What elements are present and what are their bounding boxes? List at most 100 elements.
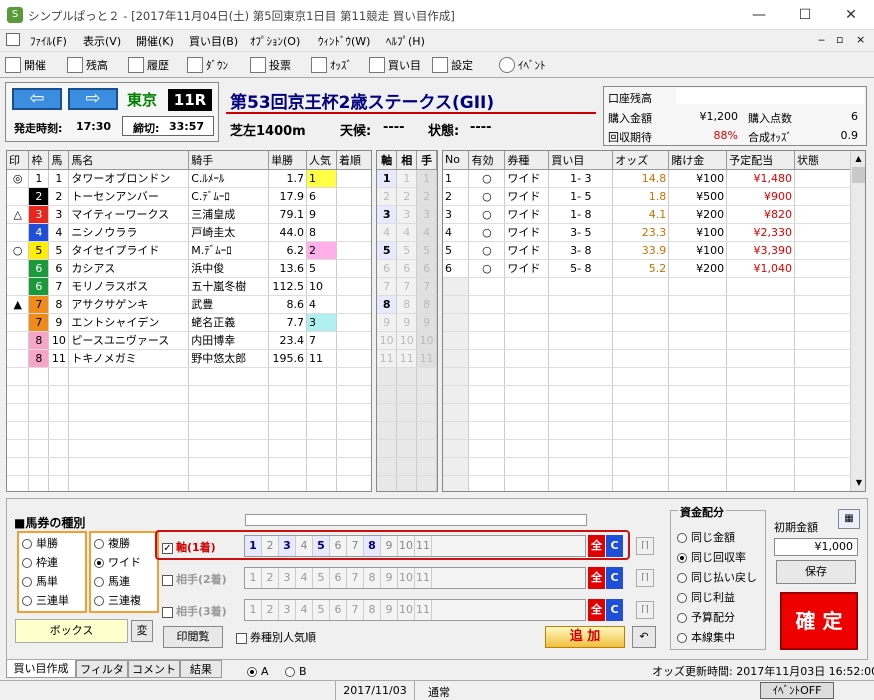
bet-valid-cell[interactable]: ○	[468, 223, 506, 242]
axis-cell[interactable]	[377, 439, 398, 458]
horse-row[interactable]: △ 3 3 マイティーワークス 三浦皇成 79.1 9	[7, 205, 371, 224]
axis-cell[interactable]: 8	[396, 295, 418, 314]
clear-selection-button[interactable]: C	[606, 599, 623, 621]
tab-0[interactable]: 買い目作成	[6, 660, 76, 678]
clear-selection-button[interactable]: C	[606, 567, 623, 589]
axis-cell[interactable]	[396, 385, 418, 404]
menu-window[interactable]: ｳｨﾝﾄﾞｳ(W)	[318, 33, 370, 49]
axis-cell[interactable]: 3	[377, 205, 398, 224]
selection-number-cell[interactable]: 11	[415, 536, 432, 556]
horse-col-header[interactable]: 着順	[336, 151, 371, 170]
mark-cell[interactable]	[7, 331, 30, 350]
expand-icon[interactable]: ⌈⌉	[636, 601, 654, 619]
toolbar-event-button[interactable]: ｲﾍﾞﾝﾄ	[498, 55, 546, 76]
confirm-button[interactable]: 確 定	[780, 592, 858, 650]
axis-cell[interactable]: 7	[377, 277, 398, 296]
selection-number-cell[interactable]: 7	[347, 536, 364, 556]
selection-number-cell[interactable]: 1	[245, 536, 262, 556]
axis-cell[interactable]: 11	[396, 349, 418, 368]
child-close-icon[interactable]: ×	[856, 33, 865, 46]
selection-number-cell[interactable]: 10	[398, 600, 415, 620]
selection-row-checkbox[interactable]: 相手(3着)	[162, 603, 227, 619]
bet-col-header[interactable]: 券種	[504, 151, 550, 170]
axis-col-header[interactable]: 手	[416, 151, 437, 170]
ticket-type-right-radio[interactable]: 複勝	[94, 535, 130, 551]
bet-col-header[interactable]: No	[443, 151, 470, 170]
selection-number-cell[interactable]: 6	[330, 568, 347, 588]
bet-valid-cell[interactable]: ○	[468, 259, 506, 278]
add-button[interactable]: 追 加	[545, 626, 625, 648]
toolbar-race-button[interactable]: 開催	[4, 55, 46, 76]
axis-cell[interactable]: 3	[416, 205, 437, 224]
select-all-button[interactable]: 全	[588, 599, 605, 621]
axis-cell[interactable]: 10	[396, 331, 418, 350]
selection-number-cell[interactable]: 11	[415, 568, 432, 588]
bet-row[interactable]: 6 ○ ワイド 5- 8 5.2 ¥200 ¥1,040	[443, 259, 851, 278]
horse-col-header[interactable]: 騎手	[188, 151, 270, 170]
ticket-type-left-radio[interactable]: 三連単	[22, 592, 69, 608]
selection-number-cell[interactable]: 3	[279, 568, 296, 588]
selection-number-cell[interactable]: 3	[279, 600, 296, 620]
bet-stake-cell[interactable]: ¥100	[668, 169, 728, 188]
bet-stake-cell[interactable]: ¥100	[668, 241, 728, 260]
axis-cell[interactable]: 2	[377, 187, 398, 206]
toolbar-history-button[interactable]: 履歴	[127, 55, 169, 76]
selection-number-cell[interactable]: 5	[313, 600, 330, 620]
axis-cell[interactable]	[416, 439, 437, 458]
selection-number-cell[interactable]: 2	[262, 568, 279, 588]
bet-row[interactable]: 3 ○ ワイド 1- 8 4.1 ¥200 ¥820	[443, 205, 851, 224]
initial-amount-input[interactable]: ¥1,000	[774, 538, 858, 556]
horse-row[interactable]: 2 2 トーセンアンバー C.ﾃﾞﾑｰﾛ 17.9 6	[7, 187, 371, 206]
horse-row[interactable]: 4 4 ニシノウララ 戸崎圭太 44.0 8	[7, 223, 371, 242]
fund-option-radio[interactable]: 同じ利益	[677, 589, 735, 605]
selection-number-cell[interactable]: 2	[262, 536, 279, 556]
mark-cell[interactable]: ○	[7, 241, 30, 260]
bet-row[interactable]	[443, 403, 851, 422]
bets-scrollbar[interactable]: ▲ ▼	[850, 151, 865, 491]
sort-by-type-checkbox[interactable]: 券種別人気順	[236, 629, 316, 645]
axis-cell[interactable]	[377, 457, 398, 476]
mark-cell[interactable]: ◎	[7, 169, 30, 188]
axis-cell[interactable]: 1	[377, 169, 398, 188]
child-restore-icon[interactable]: ▫	[836, 33, 843, 46]
selection-number-cell[interactable]: 4	[296, 568, 313, 588]
selection-number-cell[interactable]: 10	[398, 536, 415, 556]
selection-number-cell[interactable]: 5	[313, 568, 330, 588]
undo-icon[interactable]: ↶	[632, 626, 656, 648]
save-button[interactable]: 保存	[776, 560, 856, 584]
axis-cell[interactable]: 1	[396, 169, 418, 188]
axis-col-header[interactable]: 軸	[377, 151, 398, 170]
event-toggle[interactable]: ｲﾍﾞﾝﾄOFF	[760, 682, 834, 699]
axis-cell[interactable]	[416, 403, 437, 422]
axis-cell[interactable]: 5	[377, 241, 398, 260]
horse-row[interactable]: ◎ 1 1 タワーオブロンドン C.ﾙﾒｰﾙ 1.7 1	[7, 169, 371, 188]
fund-option-radio[interactable]: 予算配分	[677, 609, 735, 625]
toolbar-bets-button[interactable]: 買い目	[368, 55, 421, 76]
axis-cell[interactable]: 4	[416, 223, 437, 242]
axis-cell[interactable]	[416, 367, 437, 386]
toolbar-settings-button[interactable]: 設定	[431, 55, 473, 76]
bet-col-header[interactable]: 予定配当	[726, 151, 796, 170]
radio-a[interactable]: A	[247, 665, 269, 678]
mark-cell[interactable]: ▲	[7, 295, 30, 314]
axis-cell[interactable]	[416, 421, 437, 440]
axis-cell[interactable]	[416, 385, 437, 404]
calculator-icon[interactable]: ▦	[838, 509, 860, 529]
menu-view[interactable]: 表示(V)	[83, 33, 121, 49]
radio-b[interactable]: B	[285, 665, 307, 678]
axis-cell[interactable]: 11	[377, 349, 398, 368]
ticket-type-right-radio[interactable]: 三連複	[94, 592, 141, 608]
menu-file[interactable]: ﾌｧｲﾙ(F)	[30, 33, 67, 49]
clear-selection-button[interactable]: C	[606, 535, 623, 557]
bet-row[interactable]	[443, 295, 851, 314]
horse-row[interactable]	[7, 421, 371, 440]
mark-cell[interactable]	[7, 259, 30, 278]
axis-cell[interactable]: 2	[396, 187, 418, 206]
selection-number-cell[interactable]: 5	[313, 536, 330, 556]
axis-cell[interactable]	[396, 403, 418, 422]
bet-col-header[interactable]: 賭け金	[668, 151, 728, 170]
tab-1[interactable]: フィルタ	[76, 660, 128, 678]
selection-number-cell[interactable]: 1	[245, 600, 262, 620]
ticket-type-left-radio[interactable]: 単勝	[22, 535, 58, 551]
mark-cell[interactable]	[7, 223, 30, 242]
